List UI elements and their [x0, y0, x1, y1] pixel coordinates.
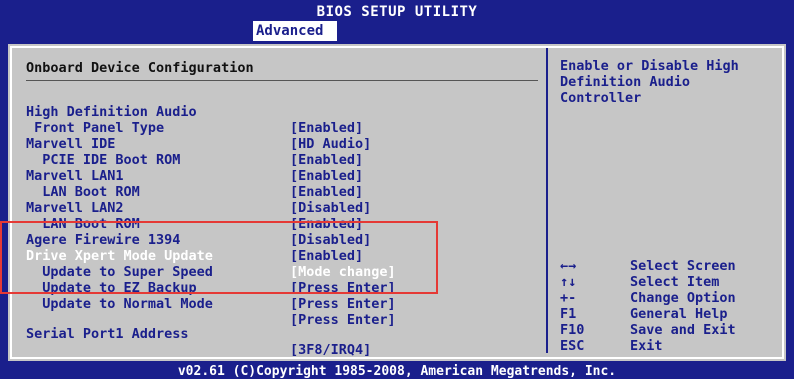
setting-row-lan1-boot-rom[interactable]: LAN Boot ROM [Disabled] — [26, 168, 371, 216]
arrows-left-right-icon: ←→ — [560, 258, 577, 274]
key-row-exit: ESC Exit — [560, 338, 770, 354]
setting-row-serial-port1-address[interactable]: Serial Port1 Address [3F8/IRQ4] — [26, 310, 371, 358]
key-row-select-item: ↑↓ Select Item — [560, 274, 770, 290]
key-description: Save and Exit — [630, 322, 736, 338]
tab-advanced[interactable]: Advanced — [253, 21, 337, 41]
setting-row-front-panel-type[interactable]: Front Panel Type [HD Audio] — [26, 104, 371, 152]
setting-value[interactable]: [Press Enter] — [290, 296, 396, 312]
key-label: F10 — [560, 322, 585, 338]
key-description: Change Option — [630, 290, 736, 306]
key-description: Exit — [630, 338, 663, 354]
key-row-general-help: F1 General Help — [560, 306, 770, 322]
key-description: Select Item — [630, 274, 720, 290]
key-row-save-and-exit: F10 Save and Exit — [560, 322, 770, 338]
setting-value[interactable]: [Enabled] — [290, 184, 363, 200]
setting-row-marvell-ide[interactable]: Marvell IDE [Enabled] — [26, 120, 363, 168]
setting-row-lan2-boot-rom[interactable]: LAN Boot ROM [Disabled] — [26, 200, 371, 248]
arrows-up-down-icon: ↑↓ — [560, 274, 577, 290]
key-row-select-screen: ←→ Select Screen — [560, 258, 770, 274]
help-panel: Enable or Disable High Definition Audio … — [548, 48, 776, 354]
setting-row-marvell-lan2[interactable]: Marvell LAN2 [Enabled] — [26, 184, 363, 232]
copyright-footer: v02.61 (C)Copyright 1985-2008, American … — [177, 364, 617, 379]
setting-label: Serial Port1 Address — [26, 326, 189, 342]
setting-row-pcie-ide-boot-rom[interactable]: PCIE IDE Boot ROM [Enabled] — [26, 136, 363, 184]
key-label: F1 — [560, 306, 577, 322]
setting-row-hd-audio[interactable]: High Definition Audio [Enabled] — [26, 88, 363, 136]
key-description: Select Screen — [630, 258, 736, 274]
key-label: +- — [560, 290, 577, 306]
window-title: BIOS SETUP UTILITY — [316, 4, 478, 20]
main-frame: Onboard Device Configuration High Defini… — [6, 42, 788, 363]
header-divider — [26, 80, 538, 81]
help-text: Enable or Disable High Definition Audio … — [560, 58, 739, 106]
setting-value[interactable]: [Enabled] — [290, 152, 363, 168]
setting-value[interactable]: [Disabled] — [290, 200, 371, 216]
setting-value[interactable]: [3F8/IRQ4] — [290, 342, 371, 358]
key-row-change-option: +- Change Option — [560, 290, 770, 306]
settings-panel: Onboard Device Configuration High Defini… — [14, 48, 548, 358]
setting-value[interactable]: [HD Audio] — [290, 136, 371, 152]
title-bar: BIOS SETUP UTILITY Advanced — [0, 0, 794, 42]
annotation-highlight-box — [0, 221, 438, 294]
panel-title: Onboard Device Configuration — [26, 60, 254, 76]
key-description: General Help — [630, 306, 728, 322]
setting-value[interactable]: [Enabled] — [290, 120, 363, 136]
setting-row-marvell-lan1[interactable]: Marvell LAN1 [Enabled] — [26, 152, 363, 200]
setting-value[interactable]: [Enabled] — [290, 168, 363, 184]
setting-value[interactable]: [Press Enter] — [290, 312, 396, 328]
key-label: ESC — [560, 338, 585, 354]
key-legend: ←→ Select Screen ↑↓ Select Item +- Chang… — [560, 258, 770, 354]
